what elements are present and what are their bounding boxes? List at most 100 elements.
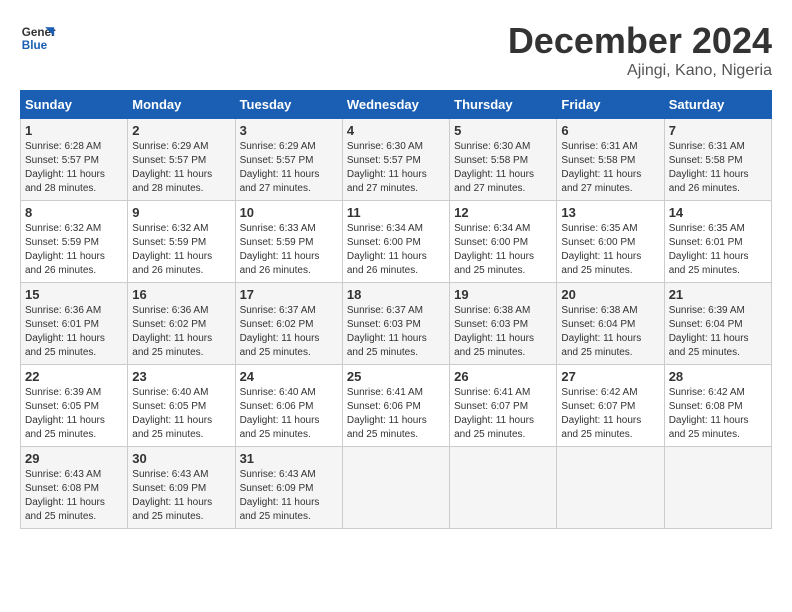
svg-text:Blue: Blue xyxy=(22,39,48,52)
calendar-cell: 9 Sunrise: 6:32 AM Sunset: 5:59 PM Dayli… xyxy=(128,201,235,283)
day-info: Sunrise: 6:35 AM Sunset: 6:00 PM Dayligh… xyxy=(561,222,659,278)
calendar-table: Sunday Monday Tuesday Wednesday Thursday… xyxy=(20,90,772,529)
day-number: 10 xyxy=(240,205,338,220)
day-number: 26 xyxy=(454,369,552,384)
day-info: Sunrise: 6:32 AM Sunset: 5:59 PM Dayligh… xyxy=(25,222,123,278)
calendar-cell: 17 Sunrise: 6:37 AM Sunset: 6:02 PM Dayl… xyxy=(235,283,342,365)
title-area: December 2024 Ajingi, Kano, Nigeria xyxy=(508,20,772,80)
calendar-cell: 22 Sunrise: 6:39 AM Sunset: 6:05 PM Dayl… xyxy=(21,365,128,447)
day-number: 25 xyxy=(347,369,445,384)
day-info: Sunrise: 6:42 AM Sunset: 6:07 PM Dayligh… xyxy=(561,386,659,442)
day-number: 7 xyxy=(669,123,767,138)
day-number: 22 xyxy=(25,369,123,384)
calendar-body: 1 Sunrise: 6:28 AM Sunset: 5:57 PM Dayli… xyxy=(21,119,772,529)
day-info: Sunrise: 6:32 AM Sunset: 5:59 PM Dayligh… xyxy=(132,222,230,278)
calendar-cell: 11 Sunrise: 6:34 AM Sunset: 6:00 PM Dayl… xyxy=(342,201,449,283)
day-info: Sunrise: 6:29 AM Sunset: 5:57 PM Dayligh… xyxy=(240,140,338,196)
day-number: 27 xyxy=(561,369,659,384)
day-info: Sunrise: 6:40 AM Sunset: 6:05 PM Dayligh… xyxy=(132,386,230,442)
calendar-cell xyxy=(450,447,557,529)
day-number: 24 xyxy=(240,369,338,384)
day-number: 20 xyxy=(561,287,659,302)
calendar-cell: 13 Sunrise: 6:35 AM Sunset: 6:00 PM Dayl… xyxy=(557,201,664,283)
day-info: Sunrise: 6:29 AM Sunset: 5:57 PM Dayligh… xyxy=(132,140,230,196)
day-number: 13 xyxy=(561,205,659,220)
day-info: Sunrise: 6:31 AM Sunset: 5:58 PM Dayligh… xyxy=(669,140,767,196)
col-monday: Monday xyxy=(128,91,235,119)
calendar-cell: 1 Sunrise: 6:28 AM Sunset: 5:57 PM Dayli… xyxy=(21,119,128,201)
day-info: Sunrise: 6:38 AM Sunset: 6:03 PM Dayligh… xyxy=(454,304,552,360)
day-info: Sunrise: 6:34 AM Sunset: 6:00 PM Dayligh… xyxy=(454,222,552,278)
day-info: Sunrise: 6:36 AM Sunset: 6:02 PM Dayligh… xyxy=(132,304,230,360)
col-friday: Friday xyxy=(557,91,664,119)
calendar-cell: 30 Sunrise: 6:43 AM Sunset: 6:09 PM Dayl… xyxy=(128,447,235,529)
col-saturday: Saturday xyxy=(664,91,771,119)
calendar-cell xyxy=(557,447,664,529)
calendar-cell: 15 Sunrise: 6:36 AM Sunset: 6:01 PM Dayl… xyxy=(21,283,128,365)
calendar-cell xyxy=(342,447,449,529)
day-info: Sunrise: 6:43 AM Sunset: 6:09 PM Dayligh… xyxy=(240,468,338,524)
day-number: 1 xyxy=(25,123,123,138)
day-number: 17 xyxy=(240,287,338,302)
day-number: 14 xyxy=(669,205,767,220)
calendar-cell: 31 Sunrise: 6:43 AM Sunset: 6:09 PM Dayl… xyxy=(235,447,342,529)
day-info: Sunrise: 6:42 AM Sunset: 6:08 PM Dayligh… xyxy=(669,386,767,442)
day-info: Sunrise: 6:39 AM Sunset: 6:04 PM Dayligh… xyxy=(669,304,767,360)
day-number: 18 xyxy=(347,287,445,302)
logo: General Blue xyxy=(20,20,56,56)
day-info: Sunrise: 6:39 AM Sunset: 6:05 PM Dayligh… xyxy=(25,386,123,442)
calendar-week-1: 1 Sunrise: 6:28 AM Sunset: 5:57 PM Dayli… xyxy=(21,119,772,201)
day-number: 3 xyxy=(240,123,338,138)
day-number: 11 xyxy=(347,205,445,220)
calendar-cell: 8 Sunrise: 6:32 AM Sunset: 5:59 PM Dayli… xyxy=(21,201,128,283)
calendar-cell: 14 Sunrise: 6:35 AM Sunset: 6:01 PM Dayl… xyxy=(664,201,771,283)
calendar-cell: 10 Sunrise: 6:33 AM Sunset: 5:59 PM Dayl… xyxy=(235,201,342,283)
header-row: Sunday Monday Tuesday Wednesday Thursday… xyxy=(21,91,772,119)
calendar-cell: 23 Sunrise: 6:40 AM Sunset: 6:05 PM Dayl… xyxy=(128,365,235,447)
calendar-cell: 7 Sunrise: 6:31 AM Sunset: 5:58 PM Dayli… xyxy=(664,119,771,201)
calendar-cell: 12 Sunrise: 6:34 AM Sunset: 6:00 PM Dayl… xyxy=(450,201,557,283)
day-info: Sunrise: 6:38 AM Sunset: 6:04 PM Dayligh… xyxy=(561,304,659,360)
day-number: 5 xyxy=(454,123,552,138)
day-info: Sunrise: 6:33 AM Sunset: 5:59 PM Dayligh… xyxy=(240,222,338,278)
day-number: 9 xyxy=(132,205,230,220)
day-number: 28 xyxy=(669,369,767,384)
day-number: 29 xyxy=(25,451,123,466)
calendar-cell xyxy=(664,447,771,529)
day-number: 31 xyxy=(240,451,338,466)
day-info: Sunrise: 6:36 AM Sunset: 6:01 PM Dayligh… xyxy=(25,304,123,360)
day-number: 15 xyxy=(25,287,123,302)
day-info: Sunrise: 6:43 AM Sunset: 6:09 PM Dayligh… xyxy=(132,468,230,524)
calendar-cell: 21 Sunrise: 6:39 AM Sunset: 6:04 PM Dayl… xyxy=(664,283,771,365)
day-number: 12 xyxy=(454,205,552,220)
day-info: Sunrise: 6:28 AM Sunset: 5:57 PM Dayligh… xyxy=(25,140,123,196)
calendar-cell: 16 Sunrise: 6:36 AM Sunset: 6:02 PM Dayl… xyxy=(128,283,235,365)
day-number: 4 xyxy=(347,123,445,138)
day-info: Sunrise: 6:35 AM Sunset: 6:01 PM Dayligh… xyxy=(669,222,767,278)
day-info: Sunrise: 6:30 AM Sunset: 5:58 PM Dayligh… xyxy=(454,140,552,196)
calendar-cell: 24 Sunrise: 6:40 AM Sunset: 6:06 PM Dayl… xyxy=(235,365,342,447)
col-tuesday: Tuesday xyxy=(235,91,342,119)
day-info: Sunrise: 6:31 AM Sunset: 5:58 PM Dayligh… xyxy=(561,140,659,196)
calendar-cell: 25 Sunrise: 6:41 AM Sunset: 6:06 PM Dayl… xyxy=(342,365,449,447)
calendar-cell: 3 Sunrise: 6:29 AM Sunset: 5:57 PM Dayli… xyxy=(235,119,342,201)
day-number: 16 xyxy=(132,287,230,302)
calendar-subtitle: Ajingi, Kano, Nigeria xyxy=(508,62,772,80)
calendar-cell: 26 Sunrise: 6:41 AM Sunset: 6:07 PM Dayl… xyxy=(450,365,557,447)
col-thursday: Thursday xyxy=(450,91,557,119)
col-wednesday: Wednesday xyxy=(342,91,449,119)
calendar-week-5: 29 Sunrise: 6:43 AM Sunset: 6:08 PM Dayl… xyxy=(21,447,772,529)
calendar-cell: 6 Sunrise: 6:31 AM Sunset: 5:58 PM Dayli… xyxy=(557,119,664,201)
day-info: Sunrise: 6:41 AM Sunset: 6:06 PM Dayligh… xyxy=(347,386,445,442)
day-number: 19 xyxy=(454,287,552,302)
day-number: 23 xyxy=(132,369,230,384)
day-info: Sunrise: 6:30 AM Sunset: 5:57 PM Dayligh… xyxy=(347,140,445,196)
day-info: Sunrise: 6:43 AM Sunset: 6:08 PM Dayligh… xyxy=(25,468,123,524)
day-number: 30 xyxy=(132,451,230,466)
calendar-cell: 29 Sunrise: 6:43 AM Sunset: 6:08 PM Dayl… xyxy=(21,447,128,529)
calendar-cell: 2 Sunrise: 6:29 AM Sunset: 5:57 PM Dayli… xyxy=(128,119,235,201)
calendar-cell: 4 Sunrise: 6:30 AM Sunset: 5:57 PM Dayli… xyxy=(342,119,449,201)
day-info: Sunrise: 6:37 AM Sunset: 6:02 PM Dayligh… xyxy=(240,304,338,360)
col-sunday: Sunday xyxy=(21,91,128,119)
day-number: 2 xyxy=(132,123,230,138)
